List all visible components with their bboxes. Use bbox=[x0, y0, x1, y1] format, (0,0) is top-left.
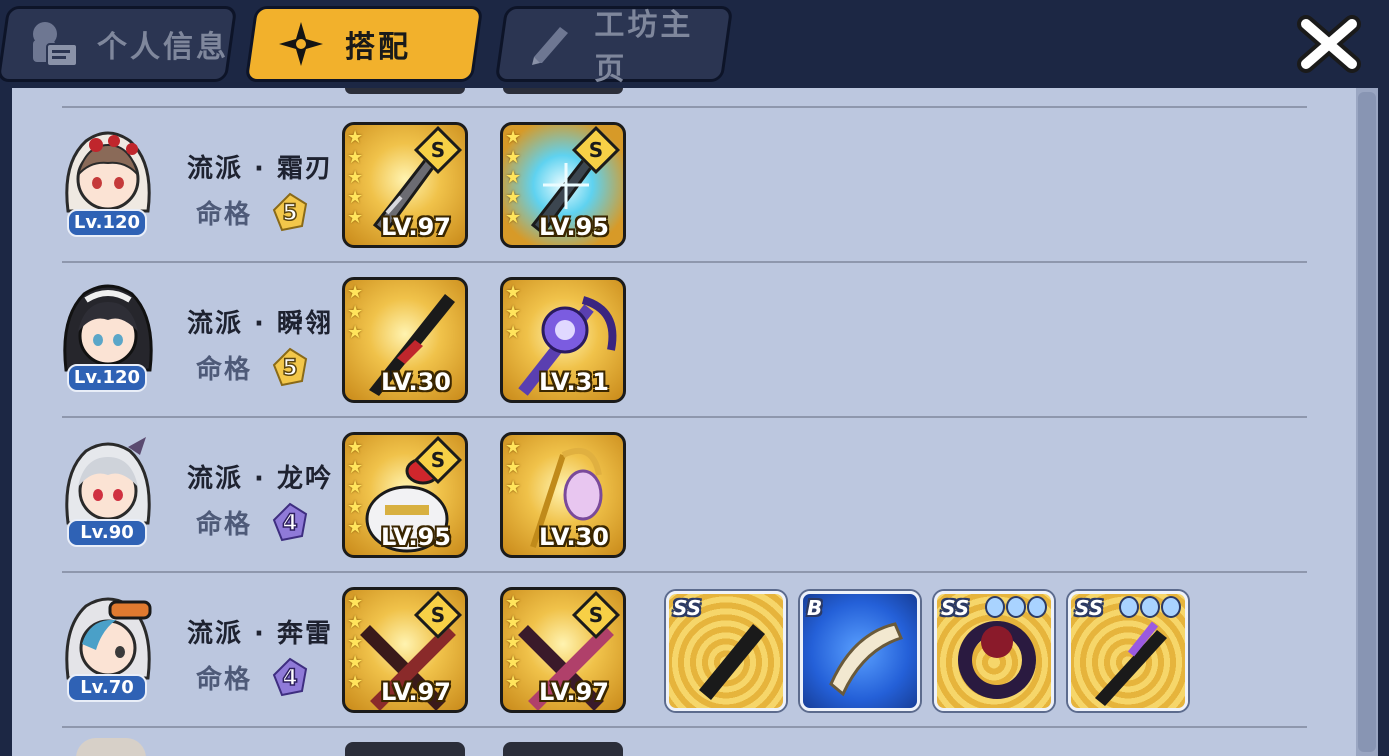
star-rating: ★ ★ ★ ★ ★ bbox=[505, 127, 522, 228]
weapon-slot[interactable]: ★ ★ ★ LV.30 bbox=[500, 432, 626, 558]
item-level: LV.97 bbox=[381, 678, 451, 706]
item-level: LV.95 bbox=[381, 523, 451, 551]
fate-label: 命格 bbox=[196, 510, 253, 540]
tab-label-loadout: 搭配 bbox=[345, 30, 411, 65]
style-name: 流派 · 霜刃 bbox=[187, 154, 333, 184]
fate-value: 4 bbox=[282, 511, 297, 536]
rank-letter: S bbox=[588, 603, 604, 627]
loadout-row[interactable]: Lv.70 流派 · 奔雷 命格 4 ★ ★ ★ ★ ★ S LV.97 ★ ★ ★ ★ ★ S bbox=[12, 573, 1352, 728]
style-name: 流派 · 奔雷 bbox=[187, 619, 333, 649]
top-tab-bar: 个人信息 搭配 工坊主页 bbox=[0, 0, 1389, 92]
tab-workshop[interactable]: 工坊主页 bbox=[494, 6, 734, 87]
upgrade-dots bbox=[985, 596, 1047, 618]
star-rating: ★ ★ ★ ★ ★ bbox=[505, 592, 522, 693]
item-level: LV.30 bbox=[539, 523, 609, 551]
avatar[interactable] bbox=[56, 123, 160, 223]
partial-item-bottom bbox=[503, 742, 623, 756]
level-badge: Lv.90 bbox=[67, 519, 147, 547]
weapon-slot[interactable]: ★ ★ ★ LV.31 bbox=[500, 277, 626, 403]
item-level: LV.97 bbox=[539, 678, 609, 706]
star-rating: ★ ★ ★ bbox=[347, 282, 364, 343]
fate-label: 命格 bbox=[196, 200, 253, 230]
partial-item-top bbox=[345, 88, 465, 94]
avatar[interactable] bbox=[56, 588, 160, 688]
fate-label: 命格 bbox=[196, 355, 253, 385]
avatar[interactable] bbox=[56, 278, 160, 378]
rank-letter: S bbox=[430, 603, 446, 627]
gear-slot[interactable]: SS bbox=[1068, 591, 1188, 711]
loadout-list-panel[interactable]: Lv.120 流派 · 霜刃 命格 5 ★ ★ ★ ★ ★ S LV.97 ★ ★ ★ ★ bbox=[12, 88, 1364, 756]
rank-letter: S bbox=[430, 448, 446, 472]
partial-item-bottom bbox=[345, 742, 465, 756]
gear-slot[interactable]: SS bbox=[934, 591, 1054, 711]
close-x-icon bbox=[1297, 15, 1361, 73]
gear-grade: SS bbox=[1075, 596, 1104, 620]
fate-value: 5 bbox=[282, 356, 297, 381]
scrollbar[interactable] bbox=[1356, 88, 1378, 756]
fate-label: 命格 bbox=[196, 665, 253, 695]
weapon-slot[interactable]: ★ ★ ★ ★ ★ S LV.95 bbox=[342, 432, 468, 558]
weapon-slot[interactable]: ★ ★ ★ ★ ★ S LV.97 bbox=[500, 587, 626, 713]
loadout-row[interactable]: Lv.90 流派 · 龙吟 命格 4 ★ ★ ★ ★ ★ S LV.95 ★ ★… bbox=[12, 418, 1352, 573]
gear-grade: SS bbox=[673, 596, 702, 620]
level-badge: Lv.120 bbox=[67, 209, 147, 237]
gear-grade: B bbox=[807, 596, 823, 620]
level-badge: Lv.120 bbox=[67, 364, 147, 392]
pencil-icon bbox=[521, 14, 580, 74]
weapon-slot[interactable]: ★ ★ ★ ★ ★ S LV.97 bbox=[342, 587, 468, 713]
partial-item-top bbox=[503, 88, 623, 94]
tab-label-profile: 个人信息 bbox=[97, 30, 229, 65]
item-level: LV.95 bbox=[539, 213, 609, 241]
close-button[interactable] bbox=[1294, 12, 1364, 76]
fate-gold-badge: 5 bbox=[270, 347, 310, 387]
rank-letter: S bbox=[588, 138, 604, 162]
avatar[interactable] bbox=[56, 433, 160, 533]
loadout-row[interactable]: Lv.120 流派 · 霜刃 命格 5 ★ ★ ★ ★ ★ S LV.97 ★ ★ ★ ★ bbox=[12, 108, 1352, 263]
gear-grade: SS bbox=[941, 596, 970, 620]
fate-gold-badge: 5 bbox=[270, 192, 310, 232]
style-name: 流派 · 龙吟 bbox=[187, 464, 333, 494]
star-rating: ★ ★ ★ bbox=[505, 282, 522, 343]
star-rating: ★ ★ ★ bbox=[505, 437, 522, 498]
upgrade-dots bbox=[1119, 596, 1181, 618]
style-name: 流派 · 瞬翎 bbox=[187, 309, 333, 339]
gear-slot[interactable]: SS bbox=[666, 591, 786, 711]
profile-card-icon bbox=[23, 14, 83, 74]
item-level: LV.31 bbox=[539, 368, 609, 396]
loadout-row[interactable]: Lv.120 流派 · 瞬翎 命格 5 ★ ★ ★ LV.30 ★ ★ ★ LV… bbox=[12, 263, 1352, 418]
item-level: LV.97 bbox=[381, 213, 451, 241]
shuriken-icon bbox=[271, 14, 331, 74]
star-rating: ★ ★ ★ ★ ★ bbox=[347, 592, 364, 693]
fate-purple-badge: 4 bbox=[270, 657, 310, 697]
tab-label-workshop: 工坊主页 bbox=[594, 8, 694, 87]
tab-profile[interactable]: 个人信息 bbox=[0, 6, 238, 82]
row-divider bbox=[62, 726, 1307, 728]
weapon-slot[interactable]: ★ ★ ★ LV.30 bbox=[342, 277, 468, 403]
star-rating: ★ ★ ★ ★ ★ bbox=[347, 127, 364, 228]
fate-purple-badge: 4 bbox=[270, 502, 310, 542]
star-rating: ★ ★ ★ ★ ★ bbox=[347, 437, 364, 538]
partial-avatar bbox=[76, 738, 146, 756]
gear-slot[interactable]: B bbox=[800, 591, 920, 711]
level-badge: Lv.70 bbox=[67, 674, 147, 702]
rank-letter: S bbox=[430, 138, 446, 162]
tab-loadout[interactable]: 搭配 bbox=[244, 6, 484, 82]
weapon-slot[interactable]: ★ ★ ★ ★ ★ S LV.97 bbox=[342, 122, 468, 248]
fate-value: 5 bbox=[282, 201, 297, 226]
fate-value: 4 bbox=[282, 666, 297, 691]
weapon-slot[interactable]: ★ ★ ★ ★ ★ S LV.95 bbox=[500, 122, 626, 248]
scrollbar-thumb[interactable] bbox=[1358, 92, 1376, 752]
item-level: LV.30 bbox=[381, 368, 451, 396]
